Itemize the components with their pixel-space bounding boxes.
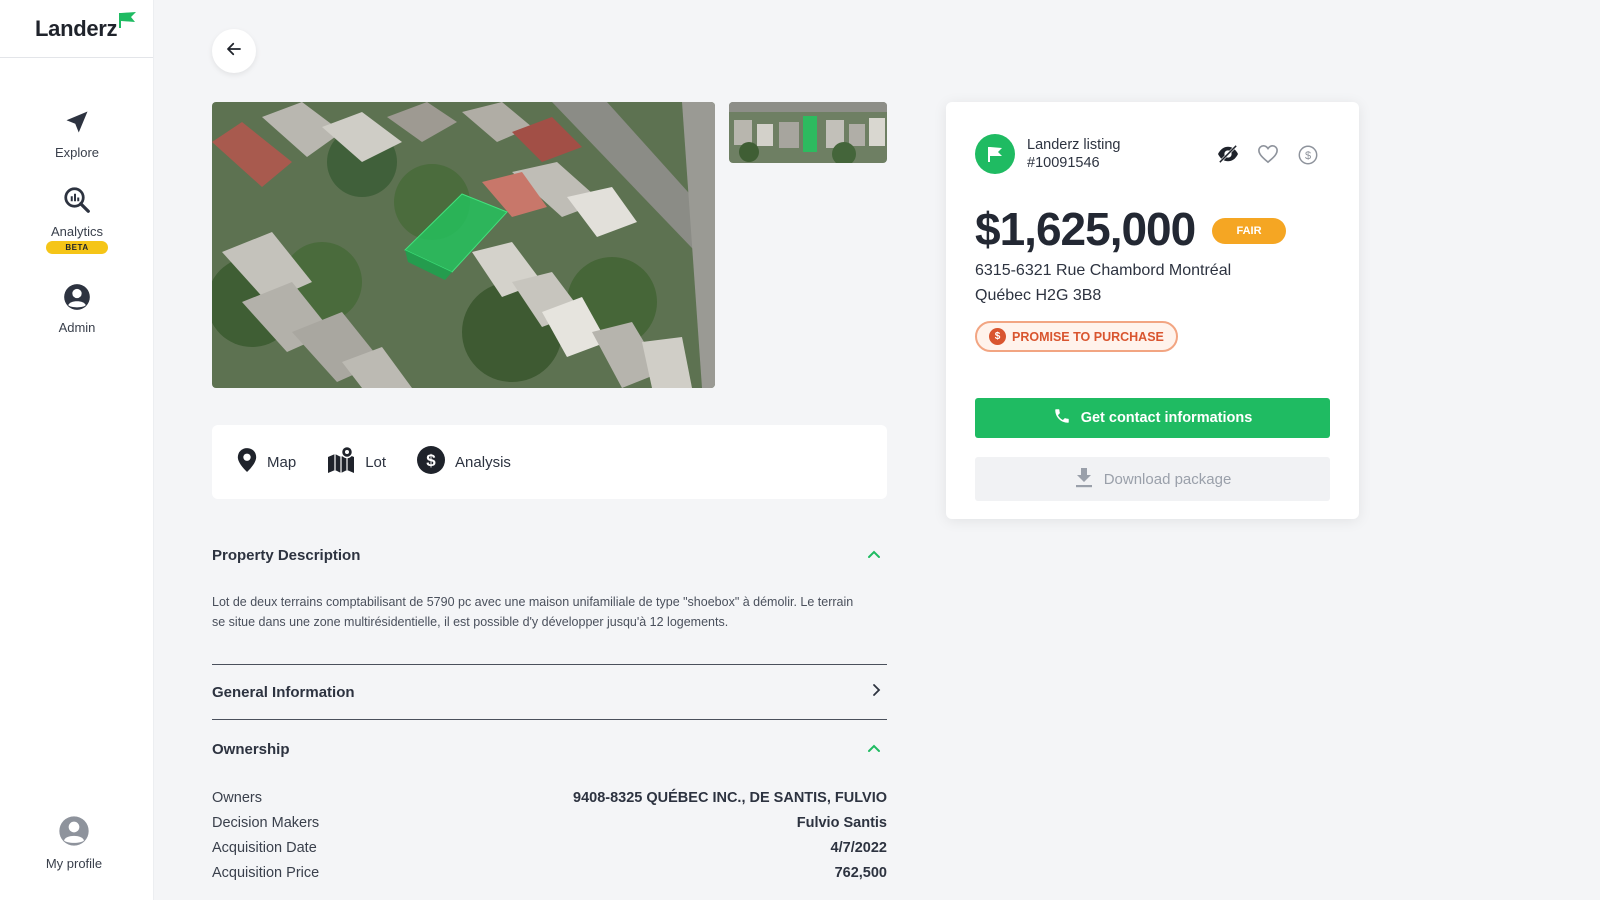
sidebar-item-label: Explore [54,145,100,160]
property-photo-thumbnail[interactable] [729,102,887,163]
sidebar-item-admin[interactable]: Admin [0,283,154,335]
analytics-search-icon [62,185,92,220]
ownership-value: 9408-8325 QUÉBEC INC., DE SANTIS, FULVIO [573,790,887,806]
listing-id: Landerz listing #10091546 [1027,136,1121,172]
sidebar-item-label: Admin [58,320,96,335]
ownership-label: Owners [212,790,262,806]
section-property-description-header[interactable]: Property Description [212,546,887,564]
address-line-1: 6315-6321 Rue Chambord Montréal [975,262,1232,279]
section-title: Property Description [212,546,361,564]
dollar-outline-icon[interactable]: $ [1297,144,1319,166]
ownership-value: 762,500 [834,865,887,881]
status-badge: $ PROMISE TO PURCHASE [975,321,1178,352]
dollar-circle-icon: $ [416,445,446,480]
download-package-button[interactable]: Download package [975,457,1330,501]
download-icon [1074,466,1094,492]
flag-icon [118,11,138,34]
divider [212,719,887,720]
logo-text: Landerz [35,15,118,41]
svg-text:$: $ [1305,150,1311,162]
ownership-row-owners: Owners 9408-8325 QUÉBEC INC., DE SANTIS,… [212,790,887,806]
ownership-row-acquisition-date: Acquisition Date 4/7/2022 [212,840,887,856]
svg-text:$: $ [426,451,436,470]
sidebar-item-explore[interactable]: Explore [0,108,154,160]
listing-title: Landerz listing [1027,137,1121,153]
ownership-value: 4/7/2022 [830,840,887,856]
status-text: PROMISE TO PURCHASE [1012,329,1164,344]
hide-eye-icon[interactable] [1217,144,1239,166]
ownership-value: Fulvio Santis [796,815,887,831]
lot-map-icon [326,445,356,480]
tab-label: Map [267,453,297,471]
section-title: General Information [212,684,355,701]
navigation-arrow-icon [63,108,91,141]
ownership-row-acquisition-price: Acquisition Price 762,500 [212,865,887,881]
flag-icon [975,134,1015,174]
listing-price: $1,625,000 [975,203,1196,255]
property-aerial-photo[interactable] [212,102,715,388]
arrow-left-icon [225,40,243,63]
button-label: Get contact informations [1080,410,1253,426]
tab-label: Analysis [455,453,511,471]
tab-analysis[interactable]: $ Analysis [416,445,511,480]
phone-icon [1053,407,1071,429]
back-button[interactable] [212,29,256,73]
sidebar-item-analytics[interactable]: Analytics BETA [0,185,154,254]
tab-label: Lot [365,453,387,471]
listing-number: #10091546 [1027,155,1100,171]
account-circle-icon [63,283,91,316]
ownership-row-decision-makers: Decision Makers Fulvio Santis [212,815,887,831]
ownership-label: Acquisition Price [212,865,320,881]
tab-map[interactable]: Map [236,447,296,478]
listing-actions: $ [1217,144,1319,166]
address-line-2: Québec H2G 3B8 [975,287,1102,304]
ownership-label: Acquisition Date [212,840,317,856]
property-description-text: Lot de deux terrains comptabilisant de 5… [212,595,854,629]
logo[interactable]: Landerz [0,0,153,58]
sidebar-item-label: Analytics [50,224,104,239]
section-ownership-header[interactable]: Ownership [212,740,887,758]
button-label: Download package [1103,470,1232,488]
ownership-label: Decision Makers [212,815,320,831]
listing-address: 6315-6321 Rue Chambord Montréal Québec H… [975,258,1315,308]
profile-avatar-icon [58,815,90,852]
divider [212,664,887,665]
heart-icon[interactable] [1257,144,1279,166]
price-rating-badge: FAIR [1212,218,1286,244]
tab-lot[interactable]: Lot [326,445,386,480]
get-contact-button[interactable]: Get contact informations [975,398,1330,438]
sidebar: Landerz Explore Analytics BETA Admin My … [0,0,154,900]
listing-header: Landerz listing #10091546 [975,134,1121,174]
sidebar-item-my-profile[interactable]: My profile [0,815,151,871]
chevron-up-icon [867,546,881,564]
view-tabs: Map Lot $ Analysis [212,425,887,499]
chevron-up-icon [867,740,881,758]
map-pin-icon [236,447,258,478]
dollar-circle-icon: $ [989,328,1006,345]
beta-badge: BETA [46,241,108,254]
sidebar-item-label: My profile [45,856,103,871]
section-general-information-header[interactable]: General Information [212,683,887,702]
listing-card: Landerz listing #10091546 $ $1,625,000 F… [946,102,1359,519]
section-title: Ownership [212,740,290,758]
chevron-right-icon [871,683,881,702]
